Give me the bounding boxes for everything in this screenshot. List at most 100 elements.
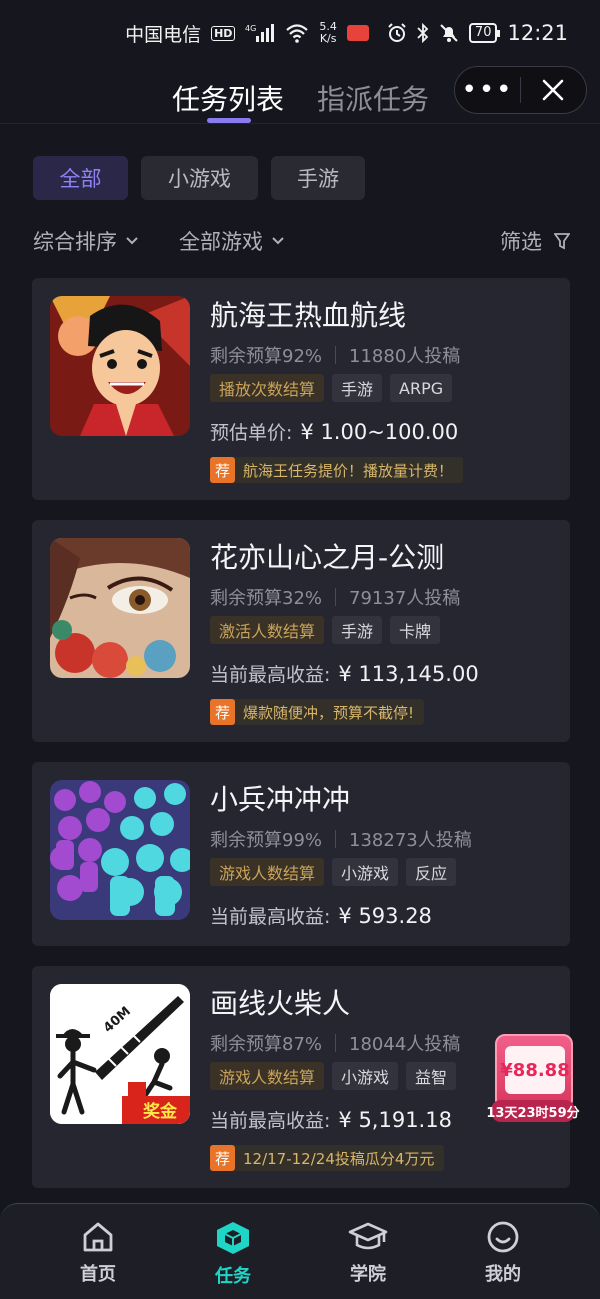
promo-countdown: 13天23时59分	[486, 1100, 580, 1122]
category-tag: 手游	[332, 374, 383, 402]
chip-mini-games[interactable]: 小游戏	[141, 156, 258, 200]
recommend-text: 爆款随便冲，预算不截停!	[243, 703, 415, 722]
chip-mobile-games[interactable]: 手游	[271, 156, 365, 200]
sort-label: 综合排序	[33, 230, 117, 254]
price-label: 当前最高收益:	[210, 1110, 331, 1132]
sort-dropdown[interactable]: 综合排序	[33, 226, 139, 256]
task-title: 花亦山心之月-公测	[210, 541, 445, 574]
nav-profile-label: 我的	[485, 1264, 521, 1285]
chevron-down-icon	[272, 237, 284, 245]
nav-profile[interactable]: 我的	[463, 1220, 543, 1286]
red-packet-icon: ¥88.88	[495, 1034, 573, 1110]
task-title: 航海王热血航线	[210, 299, 407, 332]
graduation-cap-icon	[348, 1222, 388, 1250]
category-tag: 手游	[332, 616, 383, 644]
price-row: 当前最高收益: ¥ 593.28	[210, 902, 432, 929]
task-meta: 剩余预算99% 138273人投稿	[210, 826, 472, 852]
task-tags: 激活人数结算 手游 卡牌	[210, 616, 448, 644]
alarm-icon	[387, 23, 407, 43]
price-value: ¥ 113,145.00	[338, 662, 479, 686]
nav-academy[interactable]: 学院	[328, 1220, 408, 1286]
active-tab-indicator	[207, 118, 251, 123]
meta-divider	[335, 1034, 337, 1052]
price-label: 当前最高收益:	[210, 664, 331, 686]
genre-tag: 卡牌	[390, 616, 441, 644]
budget-remaining: 剩余预算87%	[210, 1034, 323, 1055]
task-card[interactable]: 小兵冲冲冲 剩余预算99% 138273人投稿 游戏人数结算 小游戏 反应 当前…	[32, 762, 570, 946]
bonus-badge: 奖金	[143, 1102, 177, 1122]
net-speed: 5.4 K/s	[319, 20, 337, 45]
price-row: 当前最高收益: ¥ 5,191.18	[210, 1106, 452, 1133]
game-thumbnail	[50, 538, 190, 678]
nav-home-label: 首页	[80, 1264, 116, 1285]
recommend-text: 12/17-12/24投稿瓜分4万元	[243, 1149, 435, 1168]
genre-tag: ARPG	[390, 374, 453, 402]
task-card[interactable]: 40M 奖金 画线火柴人 剩余预算87% 18044人投稿 游戏人数结算 小游戏…	[32, 966, 570, 1188]
submission-count: 18044人投稿	[349, 1034, 461, 1055]
mini-program-capsule: •••	[454, 66, 587, 114]
nav-academy-label: 学院	[350, 1264, 386, 1285]
signal-icon: 4G	[245, 23, 275, 43]
bottom-navigation: 首页 任务 学院 我的	[0, 1203, 600, 1299]
task-cube-icon	[217, 1222, 249, 1254]
price-value: ¥ 593.28	[338, 904, 432, 928]
category-tag: 小游戏	[332, 858, 399, 886]
funnel-icon	[554, 233, 570, 250]
price-row: 预估单价: ¥ 1.00~100.00	[210, 418, 458, 445]
game-thumbnail	[50, 296, 190, 436]
budget-remaining: 剩余预算92%	[210, 346, 323, 367]
promo-amount: ¥88.88	[500, 1059, 570, 1081]
task-title: 画线火柴人	[210, 987, 351, 1020]
game-filter-label: 全部游戏	[179, 230, 263, 254]
tab-task-list[interactable]: 任务列表	[172, 78, 284, 118]
task-card[interactable]: 航海王热血航线 剩余预算92% 11880人投稿 播放次数结算 手游 ARPG …	[32, 278, 570, 500]
close-button[interactable]	[521, 79, 586, 101]
meta-divider	[335, 346, 337, 364]
settlement-tag: 游戏人数结算	[210, 858, 325, 886]
submission-count: 79137人投稿	[349, 588, 461, 609]
chip-all[interactable]: 全部	[33, 156, 128, 200]
close-icon	[543, 79, 564, 101]
recommend-badge: 荐	[210, 1145, 235, 1171]
red-packet-promo[interactable]: ¥88.88 13天23时59分	[486, 1034, 580, 1126]
task-tags: 游戏人数结算 小游戏 反应	[210, 858, 464, 886]
hd-indicator: HD	[211, 25, 236, 41]
more-button[interactable]: •••	[455, 77, 520, 103]
battery-indicator: 70	[468, 23, 500, 43]
submission-count: 138273人投稿	[349, 830, 472, 851]
status-bar: 中国电信 HD 4G 5.4 K/s 70 12:21	[0, 0, 600, 66]
price-value: ¥ 5,191.18	[338, 1108, 452, 1132]
price-label: 预估单价:	[210, 422, 293, 444]
home-icon	[83, 1222, 113, 1252]
mute-icon	[439, 23, 459, 43]
nav-tasks-label: 任务	[215, 1266, 251, 1287]
genre-tag: 益智	[406, 1062, 457, 1090]
nav-home[interactable]: 首页	[58, 1220, 138, 1286]
meta-divider	[335, 830, 337, 848]
filter-button[interactable]: 筛选	[500, 226, 570, 256]
filter-label: 筛选	[500, 230, 542, 254]
game-thumbnail	[50, 780, 190, 920]
bluetooth-icon	[417, 23, 429, 43]
smile-profile-icon	[487, 1221, 519, 1253]
recommend-badge: 荐	[210, 699, 235, 725]
task-title: 小兵冲冲冲	[210, 783, 351, 816]
chevron-down-icon	[126, 237, 138, 245]
network-type: 4G	[245, 24, 256, 33]
task-tags: 游戏人数结算 小游戏 益智	[210, 1062, 464, 1090]
task-meta: 剩余预算32% 79137人投稿	[210, 584, 460, 610]
task-card[interactable]: 花亦山心之月-公测 剩余预算32% 79137人投稿 激活人数结算 手游 卡牌 …	[32, 520, 570, 742]
carrier-label: 中国电信	[125, 23, 202, 46]
tab-assigned-tasks[interactable]: 指派任务	[317, 78, 429, 118]
price-label: 当前最高收益:	[210, 906, 331, 928]
app-notification-icon	[346, 25, 369, 41]
settlement-tag: 播放次数结算	[210, 374, 325, 402]
price-value: ¥ 1.00~100.00	[300, 420, 459, 444]
budget-remaining: 剩余预算32%	[210, 588, 323, 609]
task-meta: 剩余预算87% 18044人投稿	[210, 1030, 460, 1056]
meta-divider	[335, 588, 337, 606]
game-filter-dropdown[interactable]: 全部游戏	[179, 226, 285, 256]
wifi-icon	[285, 23, 309, 43]
nav-tasks[interactable]: 任务	[193, 1220, 273, 1288]
price-row: 当前最高收益: ¥ 113,145.00	[210, 660, 479, 687]
